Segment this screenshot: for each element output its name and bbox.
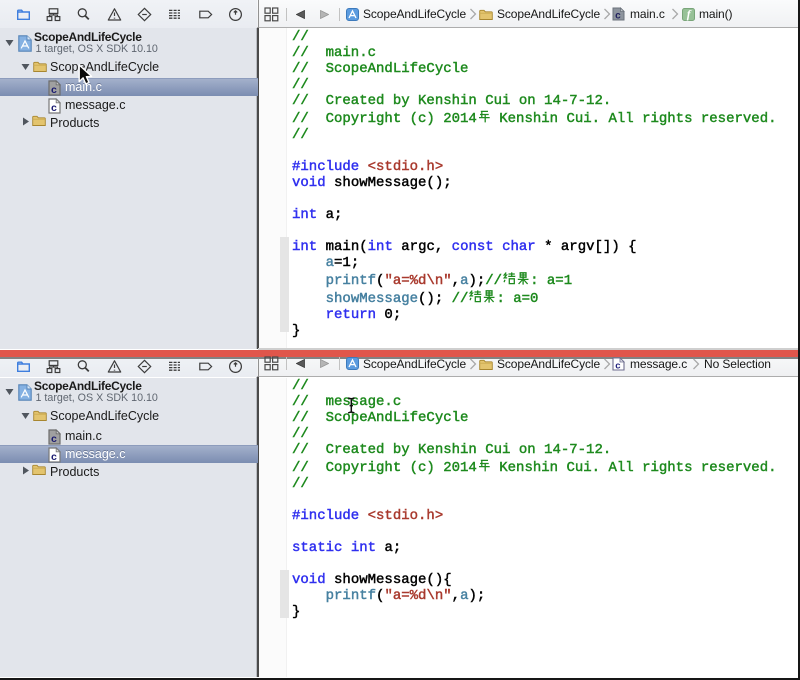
svg-text:c: c — [51, 434, 57, 445]
svg-text:c: c — [51, 452, 57, 463]
svg-text:c: c — [51, 103, 57, 114]
svg-text:c: c — [51, 85, 57, 96]
svg-text:c: c — [615, 12, 621, 22]
svg-text:c: c — [615, 360, 621, 371]
